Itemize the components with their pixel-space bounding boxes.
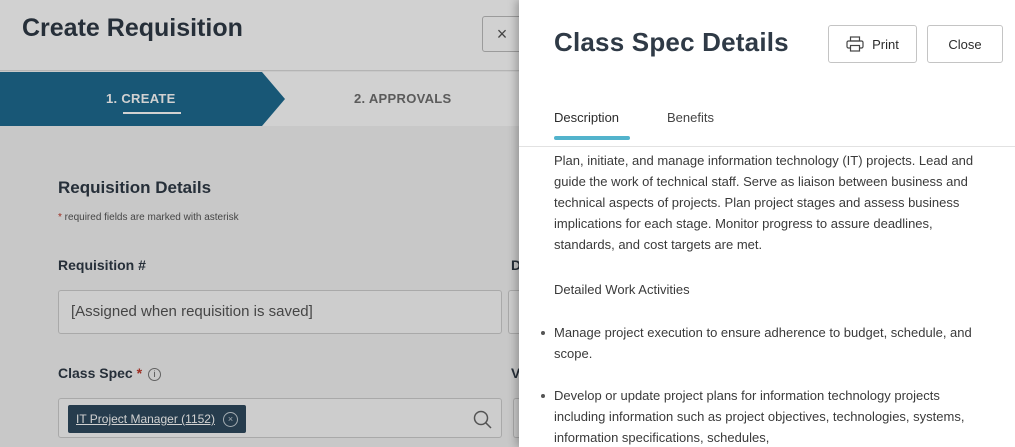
description-text: Plan, initiate, and manage information t… <box>554 153 974 252</box>
list-item: Develop or update project plans for info… <box>541 385 994 447</box>
close-button-label: Close <box>948 36 982 52</box>
close-button[interactable]: Close <box>927 25 1003 63</box>
bullet-icon <box>541 331 545 335</box>
printer-icon <box>846 36 864 52</box>
panel-header: Class Spec Details Print Close Descripti… <box>519 0 1015 147</box>
print-button-label: Print <box>872 36 899 52</box>
bullet-icon <box>541 394 545 398</box>
tab-description[interactable]: Description <box>554 110 619 125</box>
activity-text: Manage project execution to ensure adher… <box>554 325 972 361</box>
class-spec-details-panel: Class Spec Details Print Close Descripti… <box>519 0 1015 447</box>
tab-benefits[interactable]: Benefits <box>667 110 714 125</box>
modal-backdrop[interactable] <box>0 0 519 447</box>
activity-list: Manage project execution to ensure adher… <box>541 322 994 447</box>
activities-heading: Detailed Work Activities <box>554 282 690 297</box>
print-button[interactable]: Print <box>828 25 917 63</box>
list-item: Manage project execution to ensure adher… <box>541 322 994 364</box>
panel-title: Class Spec Details <box>554 27 789 57</box>
active-tab-indicator <box>554 136 630 140</box>
activity-text: Develop or update project plans for info… <box>554 388 965 445</box>
description-content: Plan, initiate, and manage information t… <box>541 150 994 447</box>
